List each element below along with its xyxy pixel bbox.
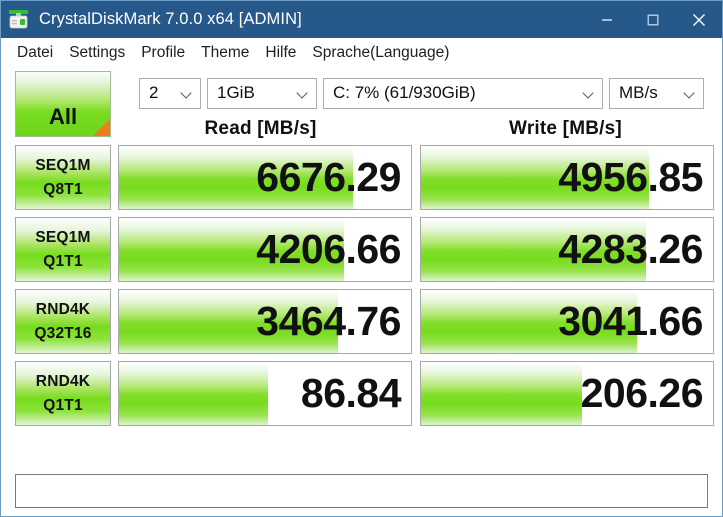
- table-row: SEQ1M Q1T1 4206.66 4283.26: [9, 217, 714, 282]
- test-label-bottom: Q1T1: [43, 252, 83, 270]
- test-button-seq1m-q8t1[interactable]: SEQ1M Q8T1: [15, 145, 111, 210]
- write-column-header: Write [MB/s]: [509, 118, 622, 139]
- read-result-cell[interactable]: 6676.29: [118, 145, 412, 210]
- write-result-cell[interactable]: 3041.66: [420, 289, 714, 354]
- comment-area: [1, 471, 722, 516]
- read-result-cell[interactable]: 3464.76: [118, 289, 412, 354]
- write-result-cell[interactable]: 4283.26: [420, 217, 714, 282]
- test-size-select[interactable]: 1GiB: [207, 77, 317, 109]
- write-result-cell[interactable]: 4956.85: [420, 145, 714, 210]
- benchmark-grid: All Read [MB/s] Write [MB/s] SEQ1M Q8T1 …: [1, 71, 722, 471]
- window-controls: [584, 1, 722, 38]
- write-result-bar: [421, 362, 582, 425]
- progress-corner-indicator: [93, 119, 110, 136]
- test-count-select[interactable]: 2: [139, 77, 201, 109]
- table-row: RND4K Q1T1 86.84 206.26: [9, 361, 714, 426]
- test-size-value: 1GiB: [217, 83, 255, 102]
- write-result-value: 206.26: [580, 370, 704, 416]
- chevron-down-icon: [296, 86, 310, 100]
- window-title: CrystalDiskMark 7.0.0 x64 [ADMIN]: [39, 10, 302, 28]
- read-result-bar: [119, 362, 268, 425]
- test-label-top: RND4K: [35, 300, 91, 318]
- write-result-value: 4956.85: [558, 154, 703, 200]
- drive-value: C: 7% (61/930GiB): [333, 83, 476, 102]
- read-result-cell[interactable]: 86.84: [118, 361, 412, 426]
- test-count-value: 2: [149, 83, 159, 102]
- read-column-header: Read [MB/s]: [204, 118, 317, 139]
- test-label-bottom: Q32T16: [34, 324, 92, 342]
- disk-drive-icon: [7, 9, 31, 31]
- minimize-button[interactable]: [584, 1, 630, 38]
- title-bar: CrystalDiskMark 7.0.0 x64 [ADMIN]: [1, 1, 722, 38]
- menu-item-theme[interactable]: Theme: [193, 41, 257, 65]
- menu-item-sprache[interactable]: Sprache(Language): [304, 41, 457, 65]
- close-button[interactable]: [676, 1, 722, 38]
- test-button-rnd4k-q32t16[interactable]: RND4K Q32T16: [15, 289, 111, 354]
- read-result-value: 4206.66: [256, 226, 401, 272]
- test-label-bottom: Q8T1: [43, 180, 83, 198]
- column-headers: Read [MB/s] Write [MB/s]: [9, 113, 714, 145]
- menu-item-profile[interactable]: Profile: [133, 41, 193, 65]
- read-result-value: 3464.76: [256, 298, 401, 344]
- read-result-cell[interactable]: 4206.66: [118, 217, 412, 282]
- unit-value: MB/s: [619, 83, 658, 102]
- test-label-top: SEQ1M: [35, 228, 91, 246]
- read-result-value: 86.84: [300, 370, 402, 416]
- drive-select[interactable]: C: 7% (61/930GiB): [323, 77, 603, 109]
- menu-bar: Datei Settings Profile Theme Hilfe Sprac…: [1, 38, 722, 69]
- unit-select[interactable]: MB/s: [609, 77, 704, 109]
- table-row: RND4K Q32T16 3464.76 3041.66: [9, 289, 714, 354]
- run-all-button[interactable]: All: [15, 71, 111, 137]
- test-label-top: RND4K: [35, 372, 91, 390]
- menu-item-settings[interactable]: Settings: [61, 41, 133, 65]
- test-button-seq1m-q1t1[interactable]: SEQ1M Q1T1: [15, 217, 111, 282]
- chevron-down-icon: [683, 86, 697, 100]
- test-button-rnd4k-q1t1[interactable]: RND4K Q1T1: [15, 361, 111, 426]
- comment-input[interactable]: [15, 474, 708, 508]
- menu-item-hilfe[interactable]: Hilfe: [257, 41, 304, 65]
- test-label-top: SEQ1M: [35, 156, 91, 174]
- menu-item-datei[interactable]: Datei: [9, 41, 61, 65]
- write-result-value: 4283.26: [558, 226, 703, 272]
- chevron-down-icon: [180, 86, 194, 100]
- read-result-value: 6676.29: [256, 154, 401, 200]
- maximize-button[interactable]: [630, 1, 676, 38]
- write-result-value: 3041.66: [558, 298, 703, 344]
- run-all-label: All: [48, 104, 78, 129]
- table-row: SEQ1M Q8T1 6676.29 4956.85: [9, 145, 714, 210]
- result-rows: SEQ1M Q8T1 6676.29 4956.85 SEQ1M Q1T1 42…: [9, 145, 714, 471]
- test-label-bottom: Q1T1: [43, 396, 83, 414]
- chevron-down-icon: [582, 86, 596, 100]
- crystaldiskmark-window: CrystalDiskMark 7.0.0 x64 [ADMIN] Datei …: [0, 0, 723, 517]
- write-result-cell[interactable]: 206.26: [420, 361, 714, 426]
